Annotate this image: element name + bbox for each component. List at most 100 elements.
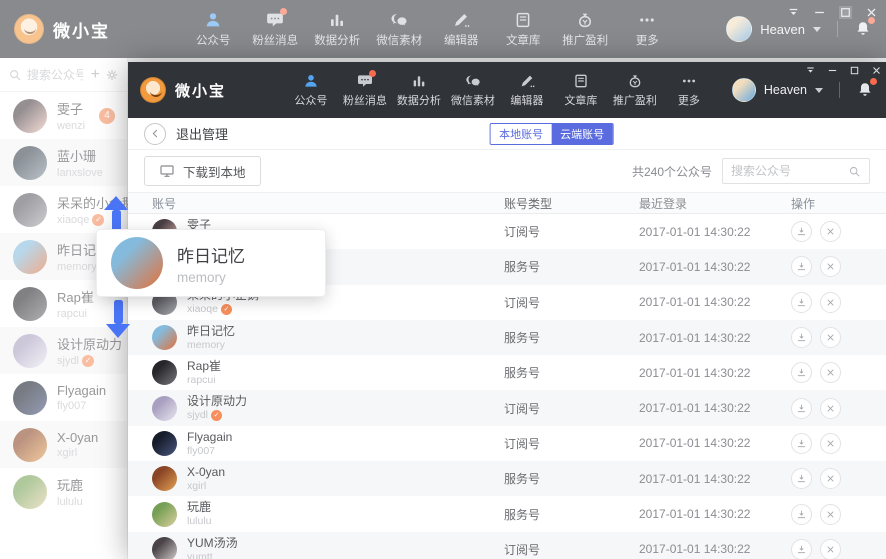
add-account-icon[interactable]: +	[91, 66, 100, 83]
nav-item-fan-messages[interactable]: 粉丝消息	[244, 7, 306, 48]
remove-account-button[interactable]	[820, 256, 841, 278]
download-account-button[interactable]	[791, 397, 812, 419]
account-id: lululu	[57, 496, 83, 508]
remove-account-button[interactable]	[820, 291, 841, 313]
user-name[interactable]: Heaven	[764, 83, 807, 97]
remove-account-button[interactable]	[820, 538, 841, 559]
sidebar-account-wenzi[interactable]: 雯子 wenzi 4	[0, 92, 127, 139]
account-type: 订阅号	[504, 436, 541, 451]
user-name[interactable]: Heaven	[760, 22, 805, 37]
minimize-icon[interactable]	[813, 6, 826, 19]
nav-item-data-analysis[interactable]: 数据分析	[392, 73, 446, 108]
collapse-icon[interactable]	[805, 65, 816, 76]
sidebar-account-lululu[interactable]: 玩鹿 lululu	[0, 468, 127, 515]
tab-cloud-accounts[interactable]: 云端账号	[551, 124, 613, 144]
table-row[interactable]: Rap崔 rapcui 服务号 2017-01-01 14:30:22	[128, 355, 886, 390]
user-icon	[303, 73, 319, 89]
bell-icon[interactable]	[856, 78, 877, 99]
sidebar-search-input[interactable]	[27, 67, 83, 82]
user-area: Heaven	[726, 16, 875, 42]
table-row[interactable]: Flyagain fly007 订阅号 2017-01-01 14:30:22	[128, 426, 886, 461]
avatar	[152, 325, 177, 351]
download-account-button[interactable]	[791, 432, 812, 454]
nav-item-official-accounts[interactable]: 公众号	[182, 11, 244, 48]
download-account-button[interactable]	[791, 291, 812, 313]
nav-item-editor[interactable]: 编辑器	[500, 73, 554, 108]
download-account-button[interactable]	[791, 327, 812, 349]
table-row[interactable]: YUM汤汤 yumtt 订阅号 2017-01-01 14:30:22	[128, 531, 886, 559]
account-name: 雯子	[57, 102, 84, 117]
tab-local-accounts[interactable]: 本地账号	[490, 124, 552, 144]
remove-account-button[interactable]	[820, 432, 841, 454]
user-avatar[interactable]	[726, 16, 753, 42]
nav-item-official-accounts[interactable]: 公众号	[284, 73, 338, 108]
nav-item-editor[interactable]: 编辑器	[430, 11, 492, 48]
nav-item-more[interactable]: 更多	[616, 11, 678, 48]
main-window-header: 微小宝 公众号 粉丝消息 数据分析 微信素材 编辑器 文章库 推广盈利 更多 H…	[0, 0, 886, 58]
unread-badge: 4	[99, 107, 115, 124]
download-account-button[interactable]	[791, 468, 812, 490]
sidebar-account-fly007[interactable]: Flyagain fly007	[0, 374, 127, 421]
close-icon[interactable]	[871, 65, 882, 76]
maximize-icon[interactable]	[849, 65, 860, 76]
account-management-modal: 微小宝 公众号 粉丝消息 数据分析 微信素材 编辑器 文章库 推广盈利 更多 H…	[128, 62, 886, 559]
nav-item-wechat-material[interactable]: 微信素材	[368, 11, 430, 48]
table-row[interactable]: X-0yan xgirl 服务号 2017-01-01 14:30:22	[128, 461, 886, 497]
bell-icon[interactable]	[854, 17, 875, 38]
download-account-button[interactable]	[791, 256, 812, 278]
table-row[interactable]: 玩鹿 lululu 服务号 2017-01-01 14:30:22	[128, 496, 886, 531]
close-icon[interactable]	[865, 6, 878, 19]
chevron-down-icon[interactable]	[813, 26, 821, 32]
column-account-type: 账号类型	[504, 196, 553, 211]
remove-account-button[interactable]	[820, 362, 841, 384]
nav-label: 推广盈利	[562, 34, 609, 47]
total-accounts-text: 共240个公众号	[631, 164, 712, 179]
download-account-button[interactable]	[791, 221, 812, 243]
nav-item-data-analysis[interactable]: 数据分析	[306, 11, 368, 48]
account-id: fly007	[57, 400, 87, 412]
nav-item-more[interactable]: 更多	[662, 73, 716, 108]
user-avatar[interactable]	[731, 78, 756, 102]
remove-account-button[interactable]	[820, 468, 841, 490]
account-id: sjydl	[57, 355, 80, 367]
collapse-icon[interactable]	[787, 6, 800, 19]
account-name: YUM汤汤	[187, 535, 238, 550]
verified-icon: ✓	[211, 410, 223, 422]
download-to-local-button[interactable]: 下载到本地	[144, 156, 261, 186]
download-account-button[interactable]	[791, 503, 812, 525]
remove-account-button[interactable]	[820, 397, 841, 419]
minimize-icon[interactable]	[827, 65, 838, 76]
sidebar-account-xgirl[interactable]: X-0yan xgirl	[0, 421, 127, 468]
nav-label: 公众号	[294, 94, 328, 107]
nav-label: 文章库	[505, 34, 541, 47]
back-button[interactable]	[144, 122, 166, 145]
maximize-icon[interactable]	[839, 6, 852, 19]
download-account-button[interactable]	[791, 362, 812, 384]
table-row[interactable]: 设计原动力 sjydl ✓ 订阅号 2017-01-01 14:30:22	[128, 390, 886, 426]
remove-account-button[interactable]	[820, 327, 841, 349]
account-type: 服务号	[504, 366, 541, 381]
sidebar-account-lanxslove[interactable]: 蓝小珊 lanxslove	[0, 139, 127, 186]
nav-item-wechat-material[interactable]: 微信素材	[446, 73, 500, 108]
table-search-input[interactable]	[731, 164, 848, 178]
verified-icon: ✓	[82, 355, 95, 367]
nav-item-article-library[interactable]: 文章库	[554, 73, 608, 108]
account-name: 玩鹿	[187, 500, 212, 515]
gear-icon[interactable]	[105, 68, 119, 82]
remove-account-button[interactable]	[820, 503, 841, 525]
nav-label: 推广盈利	[612, 94, 657, 107]
account-source-tabs: 本地账号 云端账号	[489, 123, 614, 145]
download-account-button[interactable]	[791, 538, 812, 559]
table-row[interactable]: 昨日记忆 memory 服务号 2017-01-01 14:30:22	[128, 319, 886, 356]
remove-account-button[interactable]	[820, 221, 841, 243]
account-id: xiaoqe	[187, 303, 218, 316]
nav-item-promotion-profit[interactable]: 推广盈利	[608, 73, 662, 108]
nav-item-article-library[interactable]: 文章库	[492, 11, 554, 48]
pencil-icon	[452, 11, 470, 29]
nav-item-fan-messages[interactable]: 粉丝消息	[338, 69, 392, 108]
chevron-down-icon[interactable]	[815, 87, 823, 93]
notification-dot	[870, 78, 877, 85]
nav-item-promotion-profit[interactable]: 推广盈利	[554, 11, 616, 48]
modal-toolbar: 下载到本地 共240个公众号	[128, 150, 886, 192]
nav-label: 微信素材	[450, 94, 495, 107]
